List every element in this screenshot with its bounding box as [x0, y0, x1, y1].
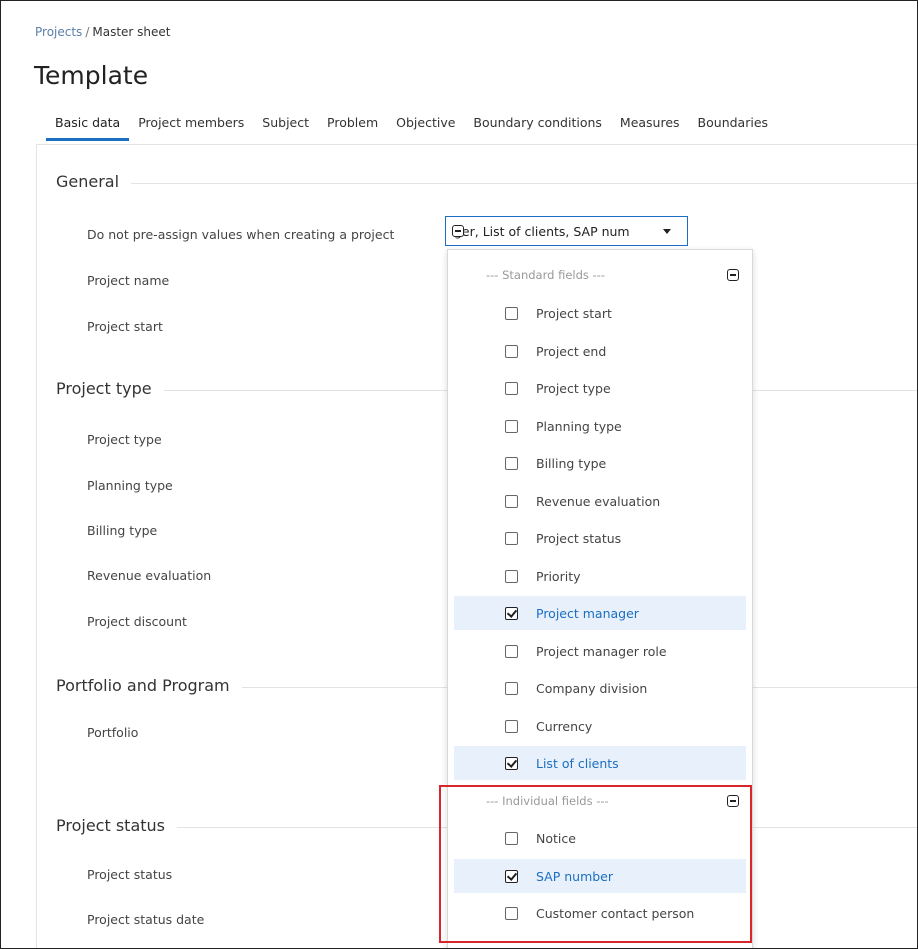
option-sap-number[interactable]: SAP number	[454, 859, 746, 893]
app-frame: Projects / Master sheet Template Basic dat…	[0, 0, 918, 949]
field-label-revenue-evaluation: Revenue evaluation	[87, 568, 212, 583]
checkbox[interactable]	[505, 494, 518, 508]
tab-project-members[interactable]: Project members	[138, 111, 244, 138]
option-project-status[interactable]: Project status	[454, 521, 746, 555]
option-label: Project end	[536, 343, 607, 359]
option-company-division[interactable]: Company division	[454, 671, 746, 705]
group-header-standard: --- Standard fields ---	[486, 268, 605, 282]
checkbox[interactable]	[505, 456, 518, 470]
option-currency[interactable]: Currency	[454, 709, 746, 743]
checkbox-checked[interactable]	[505, 869, 518, 883]
option-billing-type[interactable]: Billing type	[454, 446, 746, 480]
field-label-project-discount: Project discount	[87, 614, 187, 629]
field-label-planning-type: Planning type	[87, 478, 173, 493]
option-revenue-evaluation[interactable]: Revenue evaluation	[454, 484, 746, 518]
option-project-type[interactable]: Project type	[454, 371, 746, 405]
tab-subject[interactable]: Subject	[262, 111, 309, 138]
tab-boundary-conditions[interactable]: Boundary conditions	[473, 111, 601, 138]
checkbox[interactable]	[505, 644, 518, 658]
section-divider	[59, 183, 917, 184]
field-label-project-type: Project type	[87, 432, 162, 447]
tab-bar: Basic data Project members Subject Probl…	[45, 111, 786, 141]
section-title-project-status: Project status	[56, 816, 177, 835]
option-project-manager[interactable]: Project manager	[454, 596, 746, 630]
minus-square-icon[interactable]	[452, 225, 464, 237]
option-label: Customer contact person	[536, 905, 695, 921]
field-label-portfolio: Portfolio	[87, 725, 139, 740]
group-header-individual: --- Individual fields ---	[486, 794, 609, 808]
multiselect-dropdown: --- Standard fields --- Project start Pr…	[447, 249, 753, 948]
tab-boundaries[interactable]: Boundaries	[698, 111, 768, 138]
option-label: Priority	[536, 568, 581, 584]
checkbox[interactable]	[505, 906, 518, 920]
section-title-project-type: Project type	[56, 379, 164, 398]
tab-problem[interactable]: Problem	[327, 111, 378, 138]
option-label: Revenue evaluation	[536, 493, 661, 509]
checkbox[interactable]	[505, 531, 518, 545]
option-label: Billing type	[536, 455, 607, 471]
field-label-billing-type: Billing type	[87, 523, 158, 538]
breadcrumb: Projects / Master sheet	[35, 25, 170, 39]
caret-down-icon[interactable]	[663, 229, 671, 234]
checkbox[interactable]	[505, 381, 518, 395]
option-project-start[interactable]: Project start	[454, 296, 746, 330]
page-title: Template	[34, 61, 149, 90]
checkbox[interactable]	[505, 306, 518, 320]
option-project-end[interactable]: Project end	[454, 334, 746, 368]
option-notice[interactable]: Notice	[454, 821, 746, 855]
field-label-project-start: Project start	[87, 319, 163, 334]
option-label: Planning type	[536, 418, 622, 434]
option-label: Project manager	[536, 605, 639, 621]
option-label: Project start	[536, 305, 612, 321]
option-label: List of clients	[536, 755, 619, 771]
option-priority[interactable]: Priority	[454, 559, 746, 593]
option-label: Company division	[536, 680, 648, 696]
section-title-portfolio: Portfolio and Program	[56, 676, 242, 695]
option-label: Project status	[536, 530, 622, 546]
field-label-project-status-date: Project status date	[87, 912, 205, 927]
collapse-group-icon[interactable]	[727, 795, 739, 807]
checkbox[interactable]	[505, 569, 518, 583]
option-list-of-clients[interactable]: List of clients	[454, 746, 746, 780]
checkbox[interactable]	[505, 681, 518, 695]
option-label: Project type	[536, 380, 611, 396]
tab-objective[interactable]: Objective	[396, 111, 455, 138]
checkbox-checked[interactable]	[505, 606, 518, 620]
option-label: Project manager role	[536, 643, 667, 659]
option-label: Notice	[536, 830, 576, 846]
checkbox[interactable]	[505, 419, 518, 433]
checkbox[interactable]	[505, 719, 518, 733]
option-label: Currency	[536, 718, 593, 734]
preassign-multiselect[interactable]: ger, List of clients, SAP num	[445, 216, 688, 246]
tab-basic-data[interactable]: Basic data	[45, 111, 130, 141]
breadcrumb-current: Master sheet	[92, 25, 171, 39]
multiselect-value: ger, List of clients, SAP num	[454, 223, 630, 239]
section-title-general: General	[56, 172, 132, 191]
checkbox[interactable]	[505, 831, 518, 845]
breadcrumb-separator: /	[85, 25, 90, 39]
field-label-no-preassign: Do not pre-assign values when creating a…	[87, 227, 395, 242]
checkbox-checked[interactable]	[505, 756, 518, 770]
tab-measures[interactable]: Measures	[620, 111, 680, 138]
option-project-manager-role[interactable]: Project manager role	[454, 634, 746, 668]
option-label: SAP number	[536, 868, 614, 884]
option-customer-contact-person[interactable]: Customer contact person	[454, 896, 746, 930]
checkbox[interactable]	[505, 344, 518, 358]
field-label-project-name: Project name	[87, 273, 170, 288]
collapse-group-icon[interactable]	[727, 269, 739, 281]
field-label-project-status: Project status	[87, 867, 173, 882]
breadcrumb-projects-link[interactable]: Projects	[35, 25, 82, 39]
option-planning-type[interactable]: Planning type	[454, 409, 746, 443]
